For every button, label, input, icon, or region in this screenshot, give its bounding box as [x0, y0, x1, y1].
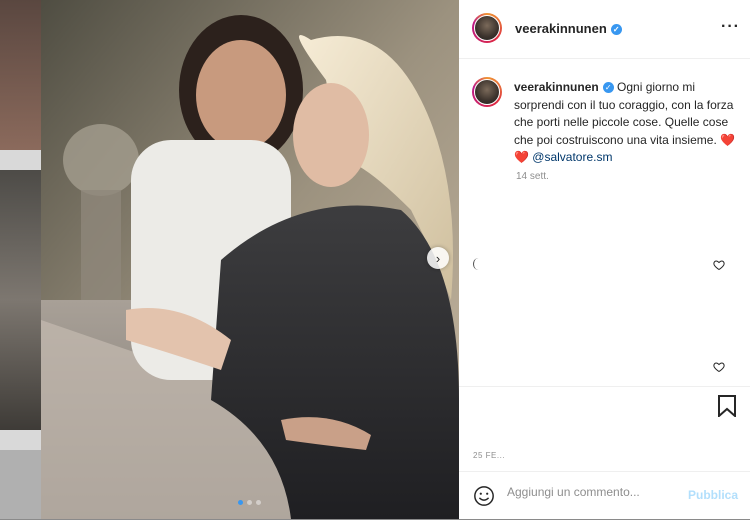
comment-input[interactable]: [507, 485, 687, 499]
preview-image-3: [0, 450, 41, 519]
header-username-text: veerakinnunen: [515, 21, 607, 36]
caption-avatar[interactable]: [472, 77, 502, 107]
bookmark-icon[interactable]: [717, 395, 737, 417]
couple-photo-illustration: [41, 0, 459, 519]
post-header: veerakinnunen ✓ ···: [459, 0, 750, 59]
caption-username[interactable]: veerakinnunen: [514, 80, 599, 94]
more-options-icon[interactable]: ···: [721, 18, 740, 36]
carousel-indicator: [238, 500, 261, 505]
post-actions-bar: [459, 386, 750, 427]
verified-badge-icon: ✓: [610, 24, 622, 35]
carousel-dot-3: [256, 500, 261, 505]
preview-image-2: [0, 170, 41, 430]
post-details-panel: veerakinnunen ✓ ··· veerakinnunen ✓ Ogni g…: [459, 0, 750, 519]
carousel-next-button[interactable]: ›: [427, 247, 449, 269]
caption-timestamp[interactable]: 14 sett.: [516, 171, 549, 182]
chevron-right-icon: ›: [435, 250, 441, 266]
comment-bar: Pubblica: [459, 471, 750, 520]
caption-mention[interactable]: @salvatore.sm: [532, 150, 612, 164]
caption: veerakinnunen ✓ Ogni giorno mi sorprendi …: [514, 79, 742, 167]
previous-post-preview[interactable]: [0, 0, 41, 519]
carousel-dot-1: [238, 500, 243, 505]
preview-divider: [0, 150, 41, 170]
avatar[interactable]: [472, 13, 502, 43]
preview-image-1: [0, 0, 41, 150]
publish-button[interactable]: Pubblica: [688, 488, 738, 502]
header-username[interactable]: veerakinnunen ✓: [515, 21, 622, 36]
carousel-dot-2: [247, 500, 252, 505]
emoji-icon[interactable]: [473, 485, 495, 507]
loading-spinner-icon: [473, 258, 484, 270]
post-photo[interactable]: [41, 0, 459, 519]
preview-divider: [0, 430, 41, 450]
heart-icon[interactable]: [713, 361, 725, 373]
verified-badge-icon: ✓: [602, 82, 614, 93]
heart-icon[interactable]: [713, 259, 725, 271]
post-date[interactable]: 25 FE...: [473, 451, 505, 460]
